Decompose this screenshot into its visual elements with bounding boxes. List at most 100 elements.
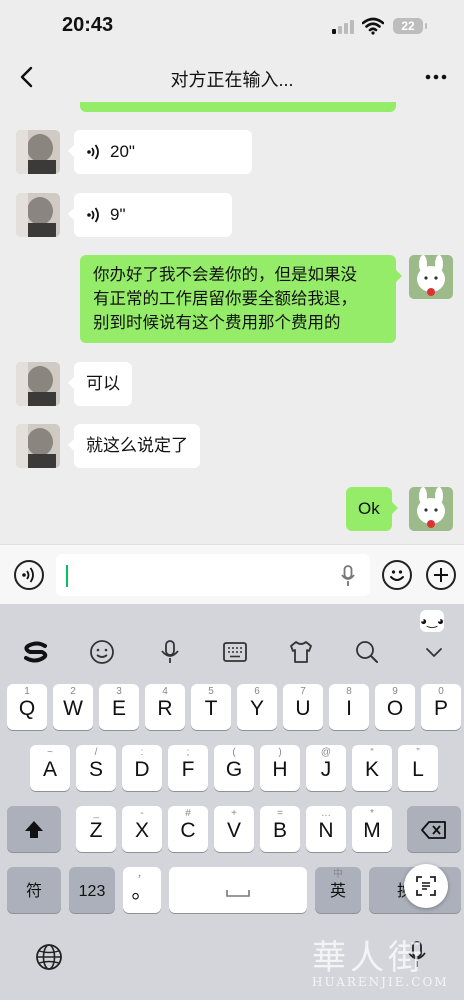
key-alt-char: “ bbox=[370, 747, 374, 758]
key-c[interactable]: # C bbox=[168, 806, 208, 852]
key-a[interactable]: ~ A bbox=[30, 745, 70, 791]
key-label: O bbox=[386, 697, 404, 720]
key-label: K bbox=[364, 758, 379, 781]
my-avatar[interactable] bbox=[409, 255, 453, 299]
sticker-badge-icon[interactable]: ◕‿◕ bbox=[420, 610, 444, 632]
voice-mode-button[interactable] bbox=[14, 560, 44, 590]
key-label: Q bbox=[18, 697, 36, 720]
key-u[interactable]: 7U bbox=[283, 684, 323, 730]
key-alt-char: + bbox=[231, 808, 237, 819]
key-label: T bbox=[204, 697, 218, 720]
outgoing-text-bubble[interactable]: Ok bbox=[346, 487, 398, 531]
key-alt-char: ~ bbox=[47, 747, 53, 758]
previous-message-bubble[interactable] bbox=[80, 102, 396, 112]
symbols-key[interactable]: 符 bbox=[7, 867, 61, 913]
voice-duration: 20" bbox=[110, 142, 135, 161]
key-p[interactable]: 0P bbox=[421, 684, 461, 730]
key-label: X bbox=[134, 819, 149, 842]
key-label: W bbox=[63, 697, 83, 720]
contact-avatar[interactable] bbox=[16, 130, 60, 174]
key-f[interactable]: ; F bbox=[168, 745, 208, 791]
my-avatar[interactable] bbox=[409, 487, 453, 531]
numbers-key[interactable]: 123 bbox=[69, 867, 115, 913]
key-alt-char: @ bbox=[320, 747, 332, 758]
keyboard-toolbar: ◕‿◕ bbox=[0, 604, 464, 676]
skin-shirt-icon[interactable] bbox=[287, 638, 315, 666]
contact-avatar[interactable] bbox=[16, 362, 60, 406]
key-alt-char: - bbox=[140, 808, 144, 819]
key-m[interactable]: * M bbox=[352, 806, 392, 852]
key-h[interactable]: ) H bbox=[260, 745, 300, 791]
voice-message-bubble[interactable]: 9" bbox=[68, 193, 232, 237]
incoming-text-bubble[interactable]: 就这么说定了 bbox=[68, 424, 200, 468]
backspace-icon bbox=[421, 821, 446, 839]
punctuation-key[interactable]: ，。 bbox=[123, 867, 161, 913]
key-o[interactable]: 9O bbox=[375, 684, 415, 730]
text-scan-button[interactable] bbox=[404, 864, 448, 908]
key-label: Z bbox=[89, 819, 103, 842]
key-b[interactable]: = B bbox=[260, 806, 300, 852]
key-s[interactable]: / S bbox=[76, 745, 116, 791]
key-alt-char: 2 bbox=[70, 686, 76, 697]
message-input[interactable] bbox=[56, 554, 370, 596]
key-k[interactable]: “K bbox=[352, 745, 392, 791]
more-options-icon[interactable] bbox=[424, 64, 448, 90]
shift-arrow-icon bbox=[25, 821, 43, 838]
key-alt-char: 0 bbox=[438, 686, 444, 697]
search-icon[interactable] bbox=[353, 638, 381, 666]
space-key[interactable] bbox=[169, 867, 307, 913]
key-e[interactable]: 3E bbox=[99, 684, 139, 730]
key-alt-char: = bbox=[277, 808, 283, 819]
cellular-signal-icon bbox=[332, 20, 354, 34]
key-j[interactable]: @ J bbox=[306, 745, 346, 791]
keyboard-layout-icon[interactable] bbox=[221, 638, 249, 666]
message-line: 你办好了我不会差你的，但是如果没 bbox=[93, 266, 357, 284]
key-g[interactable]: (G bbox=[214, 745, 254, 791]
contact-avatar[interactable] bbox=[16, 193, 60, 237]
emoji-button[interactable] bbox=[382, 560, 412, 590]
key-l[interactable]: ” L bbox=[398, 745, 438, 791]
key-t[interactable]: 5T bbox=[191, 684, 231, 730]
outgoing-text-bubble[interactable]: 你办好了我不会差你的，但是如果没 有正常的工作居留你要全额给我退， 别到时候说有… bbox=[80, 255, 402, 343]
emoji-panel-icon[interactable] bbox=[88, 638, 116, 666]
key-y[interactable]: 6Y bbox=[237, 684, 277, 730]
key-label: A bbox=[42, 758, 57, 781]
key-alt-char: ( bbox=[232, 747, 236, 758]
key-n[interactable]: … N bbox=[306, 806, 346, 852]
key-z[interactable]: _ Z bbox=[76, 806, 116, 852]
watermark-en: HUARENJIE.COM bbox=[312, 975, 449, 989]
status-bar: 20:43 22 bbox=[0, 0, 464, 52]
key-r[interactable]: 4R bbox=[145, 684, 185, 730]
shift-key[interactable] bbox=[7, 806, 61, 852]
voice-message-bubble[interactable]: 20" bbox=[68, 130, 252, 174]
key-w[interactable]: 2W bbox=[53, 684, 93, 730]
key-alt-char: 6 bbox=[254, 686, 260, 697]
key-label: Y bbox=[249, 697, 264, 720]
key-d[interactable]: :D bbox=[122, 745, 162, 791]
key-label: 英 bbox=[329, 883, 346, 900]
key-alt-char: 5 bbox=[208, 686, 214, 697]
message-list[interactable]: 20" 9" 你办好了我不会差你的，但是如果没 有正常的工作居留你要全额给我退，… bbox=[0, 102, 464, 544]
key-v[interactable]: + V bbox=[214, 806, 254, 852]
message-line: 别到时候说有这个费用那个费用的 bbox=[93, 314, 341, 332]
collapse-keyboard-icon[interactable] bbox=[420, 638, 448, 666]
backspace-key[interactable] bbox=[407, 806, 461, 852]
language-switch-key[interactable]: 中英 bbox=[315, 867, 361, 913]
key-alt-char: ) bbox=[278, 747, 282, 758]
chat-header: 对方正在输入... bbox=[0, 52, 464, 102]
voice-input-icon[interactable] bbox=[156, 638, 184, 666]
sogou-logo-icon[interactable] bbox=[22, 638, 50, 666]
key-alt-char: ; bbox=[186, 747, 190, 758]
key-alt-char: 3 bbox=[116, 686, 122, 697]
key-x[interactable]: -X bbox=[122, 806, 162, 852]
space-bar-icon bbox=[226, 890, 250, 897]
globe-icon[interactable] bbox=[34, 942, 64, 972]
microphone-icon[interactable] bbox=[340, 565, 356, 587]
incoming-text-bubble[interactable]: 可以 bbox=[68, 362, 132, 406]
contact-avatar[interactable] bbox=[16, 424, 60, 468]
key-label: U bbox=[295, 697, 311, 720]
key-i[interactable]: 8I bbox=[329, 684, 369, 730]
key-q[interactable]: 1Q bbox=[7, 684, 47, 730]
wifi-icon bbox=[362, 17, 384, 35]
more-functions-button[interactable] bbox=[426, 560, 456, 590]
